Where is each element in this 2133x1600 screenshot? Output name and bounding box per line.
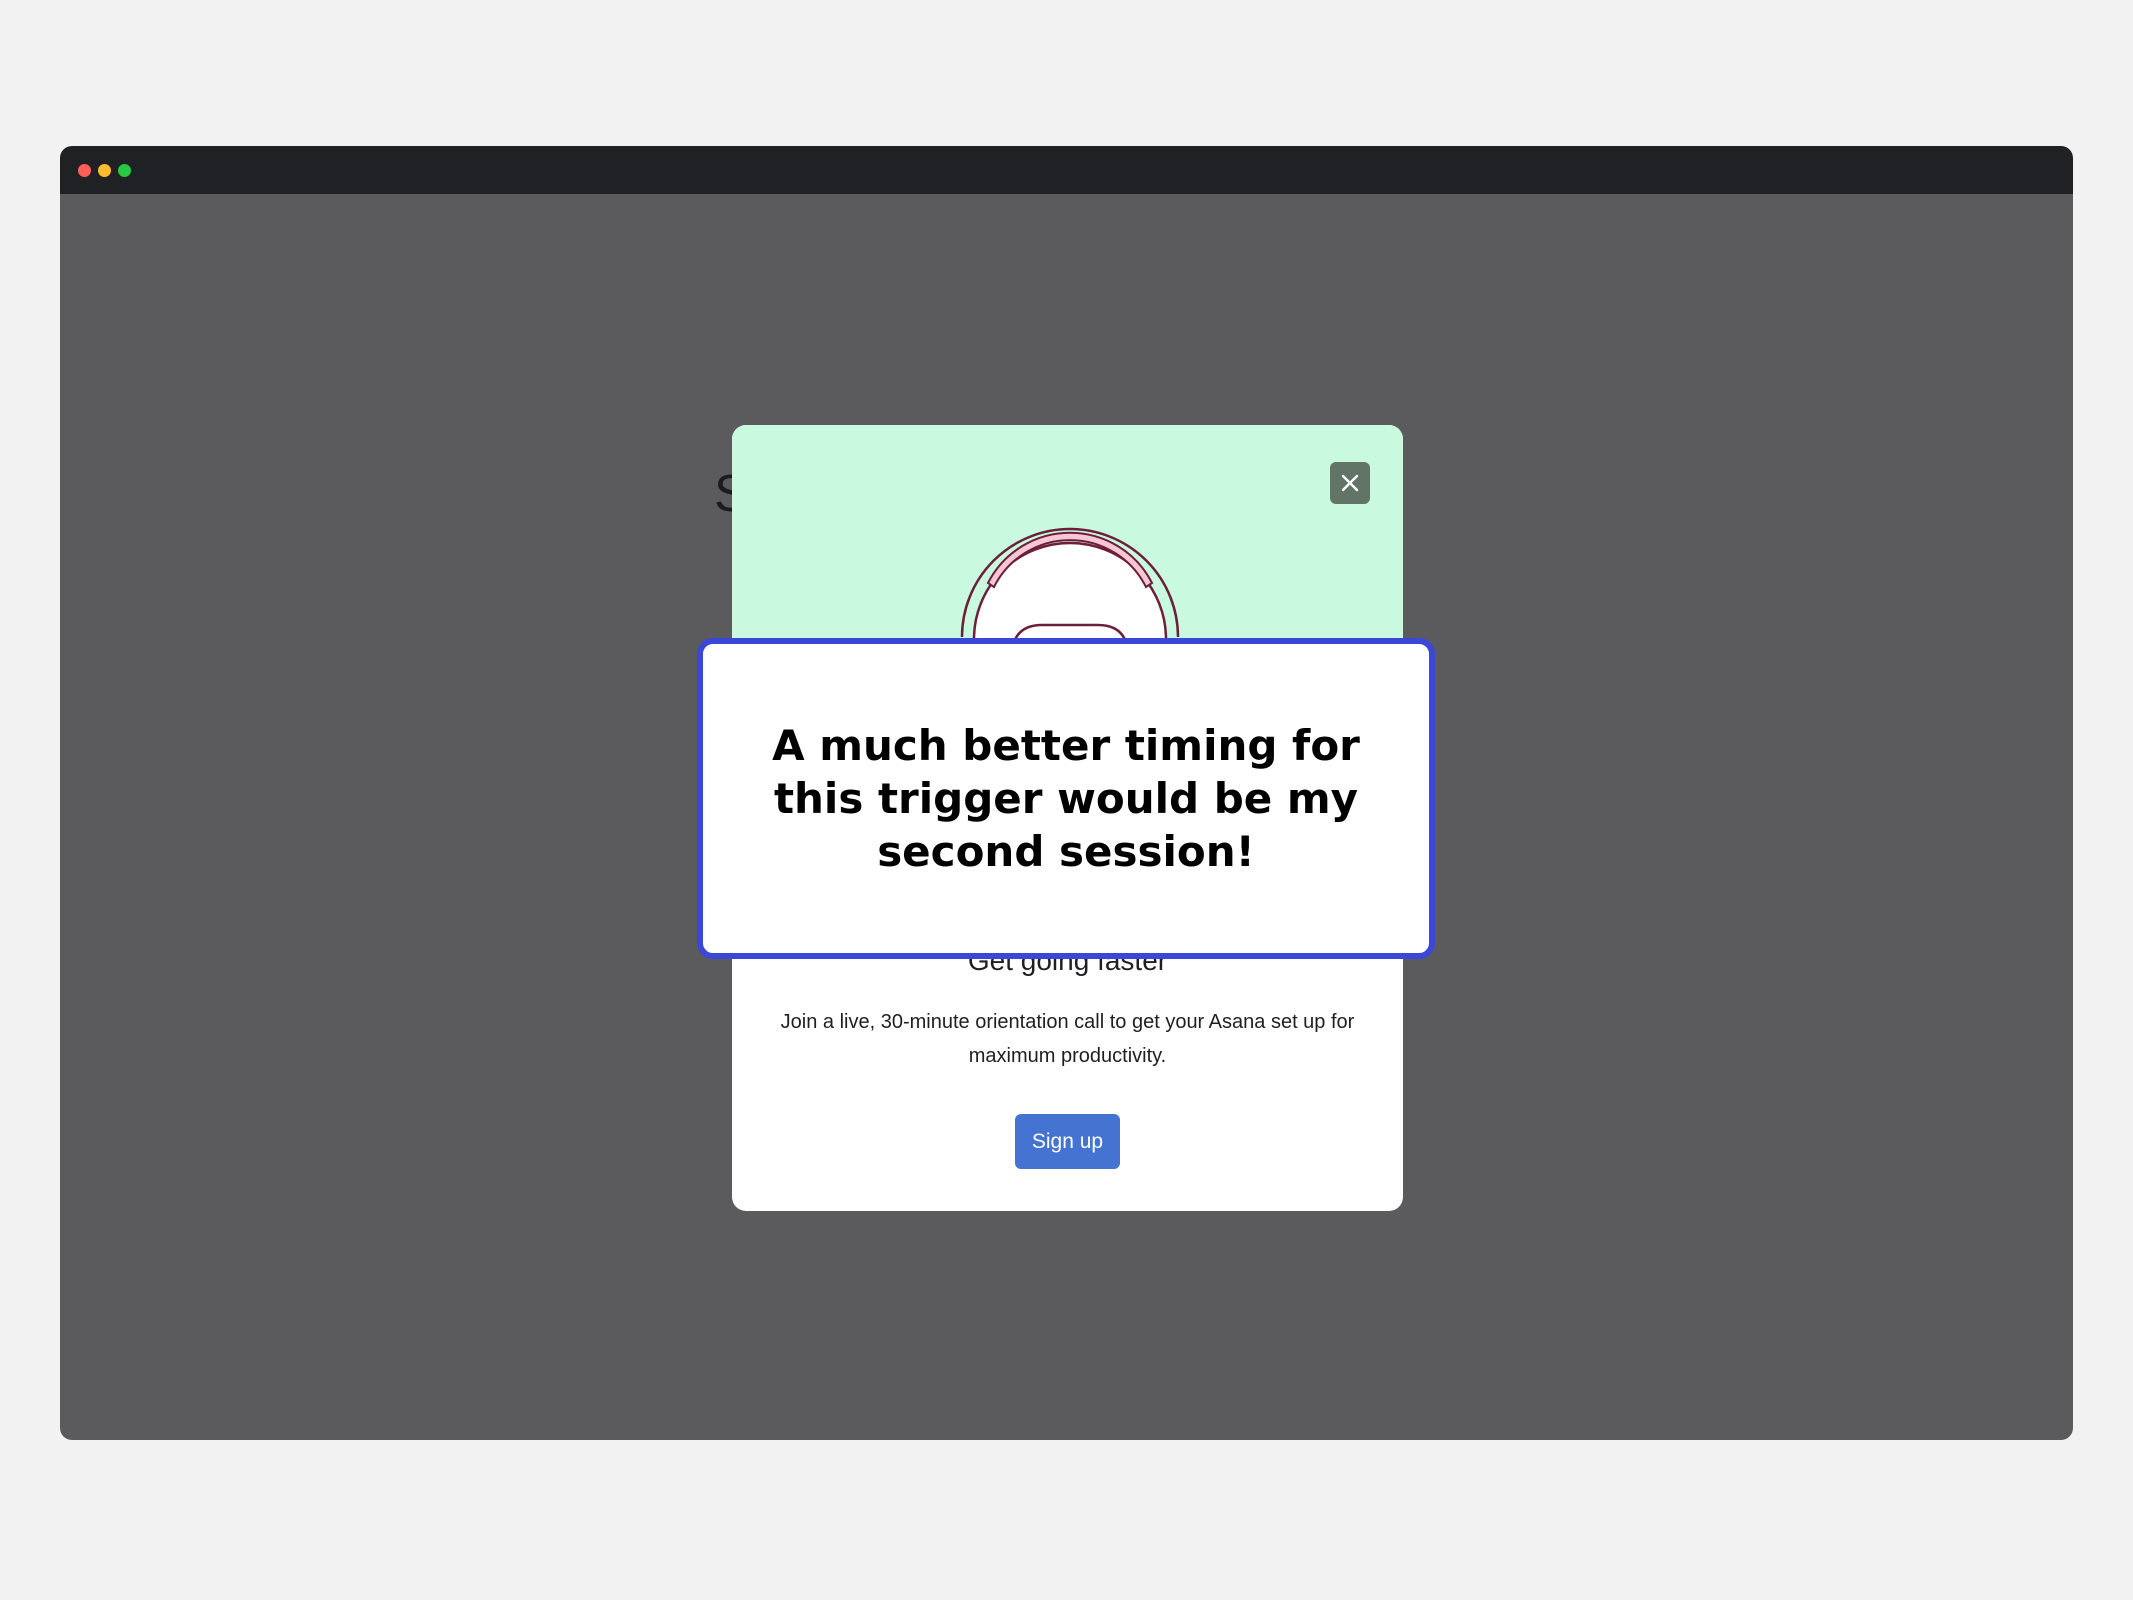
modal-description: Join a live, 30-minute orientation call …	[780, 1011, 1355, 1067]
sign-up-button[interactable]: Sign up	[1015, 1114, 1120, 1169]
close-icon	[1341, 474, 1359, 492]
close-button[interactable]	[1330, 462, 1370, 504]
annotation-callout: A much better timing for this trigger wo…	[697, 638, 1435, 959]
window-minimize-control[interactable]	[98, 164, 111, 177]
title-bar	[60, 146, 2073, 194]
window-close-control[interactable]	[78, 164, 91, 177]
window-maximize-control[interactable]	[118, 164, 131, 177]
callout-text: A much better timing for this trigger wo…	[772, 721, 1360, 876]
